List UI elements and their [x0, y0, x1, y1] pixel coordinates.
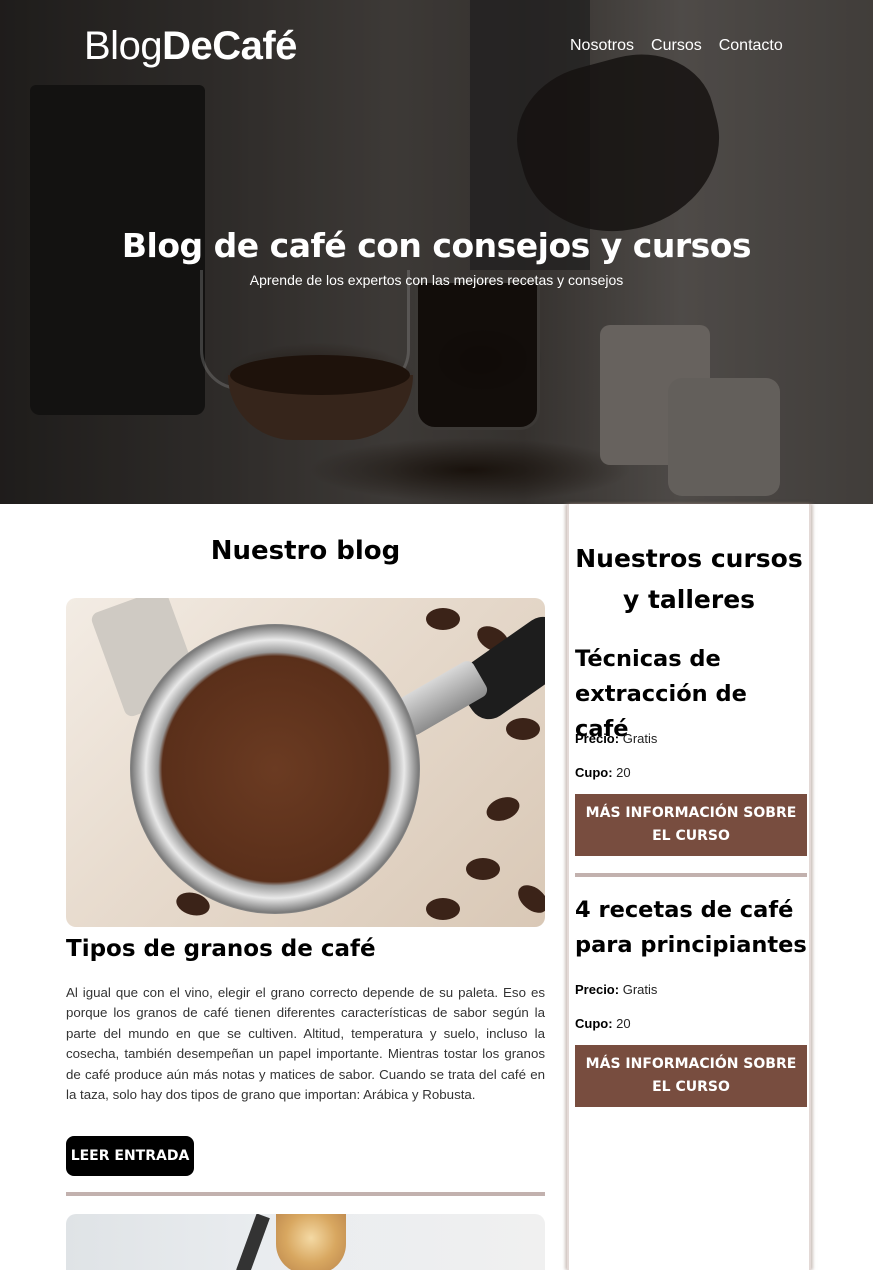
- course-price: Precio: Gratis: [575, 731, 657, 746]
- nav-link-nosotros[interactable]: Nosotros: [570, 37, 634, 55]
- post-excerpt: Al igual que con el vino, elegir el gran…: [66, 985, 545, 1103]
- post-divider: [66, 1192, 545, 1196]
- post-image-bean: [512, 879, 545, 919]
- logo-bold-text: DeCafé: [162, 24, 297, 68]
- course-price: Precio: Gratis: [575, 982, 657, 997]
- post-image-bean: [426, 608, 460, 630]
- course-card: 4 recetas de café para principiantes Pre…: [575, 893, 807, 1107]
- next-post-image-spoon: [236, 1214, 270, 1270]
- hero-banner: BlogDeCafé Nosotros Cursos Contacto Blog…: [0, 0, 873, 504]
- sidebar-heading: Nuestros cursos y talleres: [575, 544, 803, 614]
- site-logo[interactable]: BlogDeCafé: [84, 24, 297, 72]
- courses-sidebar: Nuestros cursos y talleres Técnicas de e…: [567, 504, 811, 1270]
- course-info-button[interactable]: MÁS INFORMACIÓN SOBRE EL CURSO: [575, 1045, 807, 1107]
- nav-link-cursos[interactable]: Cursos: [651, 37, 702, 55]
- course-quota-value: 20: [616, 765, 631, 780]
- read-post-button[interactable]: LEER ENTRADA: [66, 1136, 194, 1176]
- next-post-image-cupcake: [276, 1214, 346, 1270]
- post-image-bean: [506, 718, 540, 740]
- post-image-bean: [466, 858, 500, 880]
- course-price-label: Precio:: [575, 982, 620, 997]
- next-post-image[interactable]: [66, 1214, 545, 1270]
- logo-light-text: Blog: [84, 24, 163, 68]
- blog-heading: Nuestro blog: [210, 536, 401, 566]
- course-price-label: Precio:: [575, 731, 620, 746]
- course-info-button[interactable]: MÁS INFORMACIÓN SOBRE EL CURSO: [575, 794, 807, 856]
- hero-title: Blog de café con consejos y cursos: [121, 226, 752, 265]
- course-title: 4 recetas de café para principiantes: [575, 897, 807, 958]
- course-quota: Cupo: 20: [575, 765, 631, 780]
- course-price-value: Gratis: [622, 982, 658, 997]
- main-nav: Nosotros Cursos Contacto: [570, 37, 783, 55]
- post-image-bean: [426, 898, 460, 920]
- post-image-bean: [483, 792, 523, 826]
- course-card: Técnicas de extracción de café Precio: G…: [575, 642, 807, 856]
- course-quota-label: Cupo:: [575, 765, 613, 780]
- post-image[interactable]: [66, 598, 545, 927]
- post-image-portafilter-basket: [130, 624, 420, 914]
- post-title[interactable]: Tipos de granos de café: [66, 936, 545, 962]
- course-price-value: Gratis: [622, 731, 658, 746]
- hero-subtitle: Aprende de los expertos con las mejores …: [249, 272, 624, 288]
- nav-link-contacto[interactable]: Contacto: [719, 37, 783, 55]
- course-quota-label: Cupo:: [575, 1016, 613, 1031]
- course-quota-value: 20: [616, 1016, 631, 1031]
- course-quota: Cupo: 20: [575, 1016, 631, 1031]
- course-divider: [575, 873, 807, 877]
